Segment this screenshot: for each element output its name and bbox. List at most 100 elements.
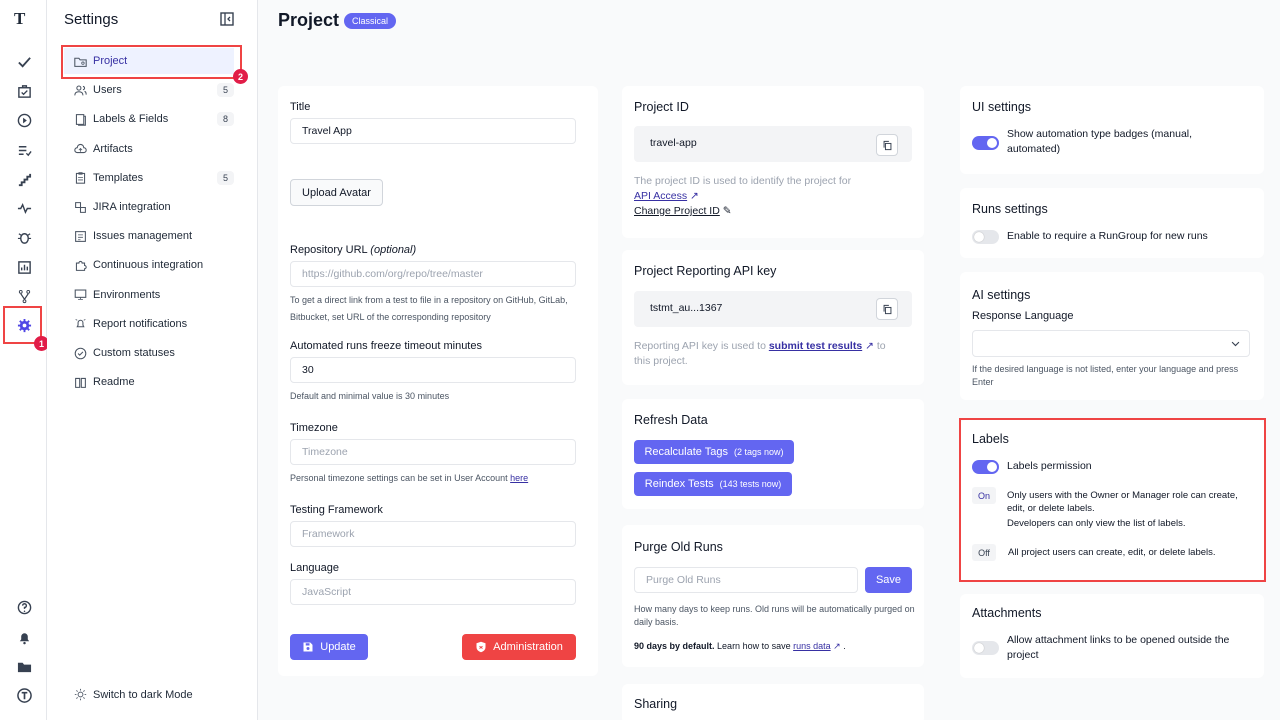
framework-label: Testing Framework	[290, 504, 383, 516]
check-circle-icon	[74, 347, 87, 359]
api-key-value: tstmt_au...1367	[650, 302, 723, 314]
rungroup-toggle[interactable]	[972, 230, 999, 244]
clipboard-icon	[75, 172, 86, 185]
sidebar-item-label: Artifacts	[93, 142, 133, 155]
collapse-sidebar-icon[interactable]	[219, 11, 235, 27]
upload-avatar-button[interactable]: Upload Avatar	[290, 179, 383, 206]
bug-icon[interactable]	[13, 226, 35, 248]
refresh-title: Refresh Data	[634, 413, 708, 427]
sidebar-item-report-notifications[interactable]: Report notifications	[64, 311, 234, 337]
attachment-links-toggle[interactable]	[972, 641, 999, 655]
sidebar-item-label: Labels & Fields	[93, 113, 169, 126]
app-logo[interactable]: T	[14, 9, 25, 29]
list-check-icon[interactable]	[13, 139, 35, 161]
title-input[interactable]: Travel App	[290, 118, 576, 144]
stairs-icon[interactable]	[13, 168, 35, 190]
freeze-label: Automated runs freeze timeout minutes	[290, 340, 482, 352]
sidebar-item-jira-integration[interactable]: JIRA integration	[64, 194, 234, 220]
update-button[interactable]: Update	[290, 634, 368, 660]
change-project-id-link[interactable]: Change Project ID ✎	[634, 204, 732, 219]
copy-icon	[883, 140, 891, 150]
repo-url-input[interactable]: https://github.com/org/repo/tree/master	[290, 261, 576, 287]
count-badge: 8	[216, 112, 234, 127]
sidebar-item-labels-fields[interactable]: Labels & Fields 8	[64, 106, 234, 132]
freeze-help: Default and minimal value is 30 minutes	[290, 391, 450, 401]
ai-language-help: If the desired language is not listed, e…	[972, 364, 1239, 387]
project-form-card: Title Travel App Upload Avatar Repositor…	[278, 86, 598, 676]
save-disk-icon	[303, 642, 313, 652]
briefcase-icon[interactable]	[13, 80, 35, 102]
submit-test-results-link[interactable]: submit test results	[769, 340, 862, 352]
purge-default: 90 days by default. Learn how to save ru…	[634, 641, 846, 651]
administration-button[interactable]: Administration	[462, 634, 576, 660]
repo-label: Repository URL (optional)	[290, 244, 417, 256]
purge-help: How many days to keep runs. Old runs wil…	[634, 604, 915, 627]
sidebar-item-label: Custom statuses	[93, 347, 175, 359]
project-id-card: Project ID travel-app The project ID is …	[622, 86, 924, 238]
reindex-tests-button[interactable]: Reindex Tests (143 tests now)	[634, 472, 792, 496]
brand-icon[interactable]	[13, 684, 35, 706]
sidebar-item-users[interactable]: Users 5	[64, 77, 234, 103]
timezone-help: Personal timezone settings can be set in…	[290, 473, 529, 483]
sidebar-item-label: Templates	[93, 171, 144, 184]
automation-badges-toggle[interactable]	[972, 136, 999, 150]
sidebar-item-issues-management[interactable]: Issues management	[64, 223, 234, 249]
sidebar-item-continuous-integration[interactable]: Continuous integration	[64, 252, 234, 278]
sharing-title: Sharing	[634, 697, 678, 711]
puzzle-icon	[75, 260, 87, 271]
highlight-box-project	[61, 45, 242, 79]
api-key-help: Reporting API key is used to submit test…	[634, 340, 886, 367]
project-id-title: Project ID	[634, 100, 689, 114]
step-marker-2: 2	[233, 69, 248, 84]
runs-settings-card: Runs settings Enable to require a RunGro…	[960, 188, 1264, 258]
issues-icon	[75, 230, 86, 242]
title-label: Title	[290, 101, 311, 113]
sidebar-item-readme[interactable]: Readme	[64, 369, 234, 395]
dark-mode-label: Switch to dark Mode	[93, 688, 193, 701]
pulse-icon[interactable]	[13, 197, 35, 219]
highlight-box-labels	[959, 418, 1266, 582]
copy-api-key-button[interactable]	[876, 298, 898, 320]
settings-sidebar: Settings Project Users 5 Labels & Fields 8 Ar…	[47, 0, 258, 720]
help-icon[interactable]	[13, 596, 35, 618]
purge-runs-input[interactable]: Purge Old Runs	[634, 567, 858, 593]
response-language-label: Response Language	[972, 310, 1074, 322]
shield-icon	[476, 641, 486, 653]
play-icon[interactable]	[13, 109, 35, 131]
sidebar-item-custom-statuses[interactable]: Custom statuses	[64, 340, 234, 366]
purge-save-button[interactable]: Save	[865, 567, 912, 593]
rungroup-label: Enable to require a RunGroup for new run…	[1007, 230, 1208, 242]
bell-icon[interactable]	[13, 626, 35, 648]
dark-mode-toggle[interactable]: Switch to dark Mode	[74, 688, 193, 701]
response-language-select[interactable]	[972, 330, 1250, 357]
recalculate-tags-button[interactable]: Recalculate Tags (2 tags now)	[634, 440, 794, 464]
runs-settings-title: Runs settings	[972, 202, 1048, 216]
framework-input[interactable]: Framework	[290, 521, 576, 547]
language-input[interactable]: JavaScript	[290, 579, 576, 605]
magic-wand-icon: ✎	[722, 205, 732, 217]
copy-project-id-button[interactable]	[876, 134, 898, 156]
project-type-badge: Classical	[344, 13, 397, 29]
api-access-link[interactable]: API Access ↗	[634, 189, 699, 204]
sidebar-item-artifacts[interactable]: Artifacts	[64, 136, 234, 162]
chart-icon[interactable]	[13, 256, 35, 278]
icon-rail: T 1	[0, 0, 49, 720]
main-content: Project Classical Title Travel App Uploa…	[258, 0, 1280, 724]
monitor-icon	[74, 289, 87, 300]
timezone-input[interactable]: Timezone	[290, 439, 576, 465]
attachments-card: Attachments Allow attachment links to be…	[960, 594, 1264, 678]
folder-icon[interactable]	[13, 655, 35, 677]
ui-settings-title: UI settings	[972, 100, 1032, 114]
api-key-card: Project Reporting API key tstmt_au...136…	[622, 250, 924, 385]
ai-settings-title: AI settings	[972, 288, 1031, 302]
ai-settings-card: AI settings Response Language If the des…	[960, 272, 1264, 400]
freeze-timeout-input[interactable]: 30	[290, 357, 576, 383]
sidebar-item-label: Readme	[93, 376, 135, 389]
user-account-link[interactable]: here	[510, 473, 528, 483]
runs-data-link[interactable]: runs data	[793, 641, 831, 651]
check-icon[interactable]	[13, 51, 35, 73]
branch-icon[interactable]	[13, 285, 35, 307]
sidebar-item-environments[interactable]: Environments	[64, 282, 234, 308]
sidebar-item-templates[interactable]: Templates 5	[64, 165, 234, 191]
project-id-value: travel-app	[650, 137, 697, 149]
